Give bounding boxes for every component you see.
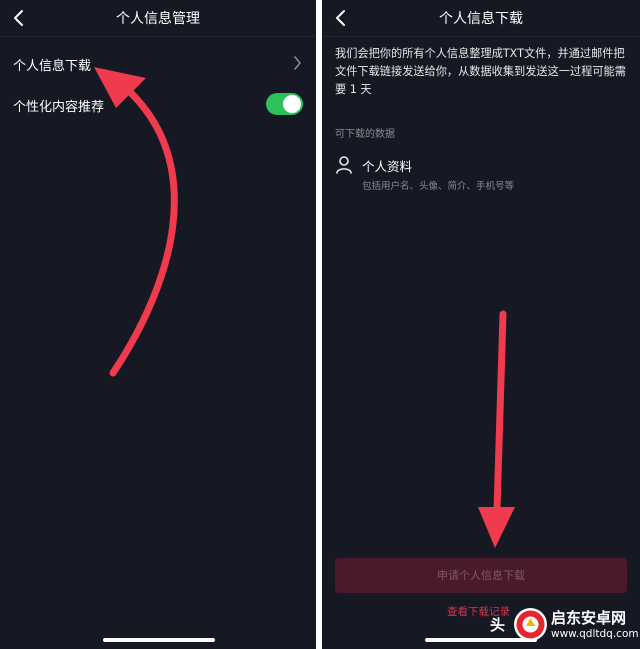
chevron-right-icon [294, 56, 301, 70]
page-title: 个人信息下载 [439, 11, 523, 27]
watermark-site-name: 启东安卓网 [551, 609, 627, 627]
nav-bar: 个人信息管理 [0, 0, 316, 37]
home-indicator [103, 638, 215, 642]
row-label: 个人信息下载 [13, 59, 92, 74]
apply-download-button[interactable]: 申请个人信息下载 [335, 558, 627, 593]
watermark-head-char: 头 [490, 616, 506, 634]
row-label: 个性化内容推荐 [13, 100, 105, 115]
person-icon [336, 156, 352, 174]
right-screen: 个人信息下载 我们会把你的所有个人信息整理成TXT文件，并通过邮件把文件下载链接… [322, 0, 640, 649]
left-screen: 个人信息管理 个人信息下载 个性化内容推荐 [0, 0, 316, 649]
data-item-subtitle: 包括用户名、头像、简介、手机号等 [362, 181, 515, 192]
toggle-knob [283, 95, 301, 113]
watermark-logo [514, 608, 547, 641]
section-label: 可下载的数据 [335, 129, 395, 140]
watermark-site-url: www.qdltdq.com [551, 628, 639, 640]
download-description: 我们会把你的所有个人信息整理成TXT文件，并通过邮件把文件下载链接发送给你，从数… [335, 47, 626, 96]
page-title: 个人信息管理 [116, 11, 200, 27]
recommendation-toggle[interactable] [266, 93, 303, 115]
data-item-title: 个人资料 [362, 159, 413, 174]
row-personal-info-download[interactable]: 个人信息下载 [0, 43, 316, 83]
nav-bar: 个人信息下载 [322, 0, 640, 37]
